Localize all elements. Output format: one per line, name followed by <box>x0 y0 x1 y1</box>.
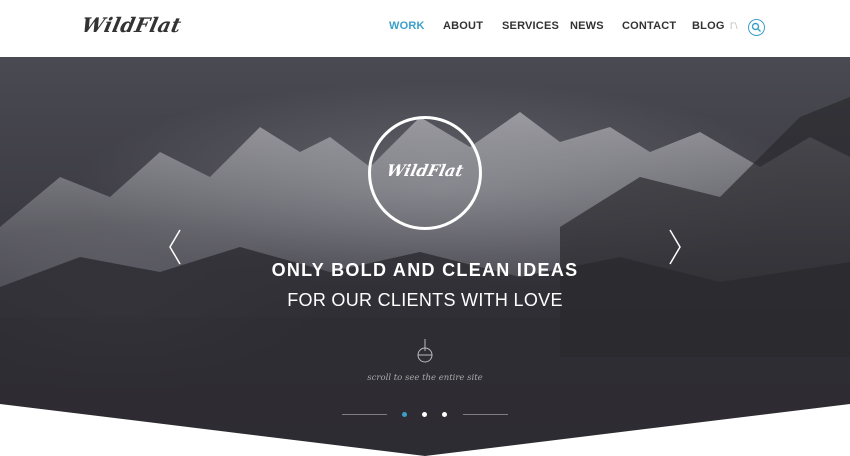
scroll-down-icon[interactable] <box>416 339 434 363</box>
scroll-hint: scroll to see the entire site <box>367 373 483 383</box>
nav-item-about[interactable]: ABOUT <box>443 20 483 32</box>
search-button[interactable] <box>748 19 765 36</box>
slider-dot-2[interactable] <box>422 412 427 417</box>
hero-subline: FOR OUR CLIENTS WITH LOVE <box>287 290 563 310</box>
hero-slider: WildFlat ONLY BOLD AND CLEAN IDEAS FOR O… <box>0 57 850 456</box>
site-header: WildFlat WORK ABOUT SERVICES NEWS CONTAC… <box>0 0 850 57</box>
search-icon <box>751 22 761 32</box>
hero-headline: ONLY BOLD AND CLEAN IDEAS <box>271 260 579 280</box>
nav-overflow-text: Γ\ <box>730 21 738 31</box>
pager-line-right <box>463 414 508 415</box>
slider-dot-3[interactable] <box>442 412 447 417</box>
nav-item-news[interactable]: NEWS <box>570 20 604 32</box>
slider-dot-1[interactable] <box>402 412 407 417</box>
nav-item-work[interactable]: WORK <box>389 20 425 32</box>
nav-item-services[interactable]: SERVICES <box>502 20 559 32</box>
pager-line-left <box>342 414 387 415</box>
nav-item-blog[interactable]: BLOG <box>692 20 725 32</box>
nav-item-contact[interactable]: CONTACT <box>622 20 676 32</box>
emblem-logo-text: WildFlat <box>384 161 466 180</box>
hero-emblem: WildFlat <box>368 116 482 230</box>
logo[interactable]: WildFlat <box>79 13 183 37</box>
